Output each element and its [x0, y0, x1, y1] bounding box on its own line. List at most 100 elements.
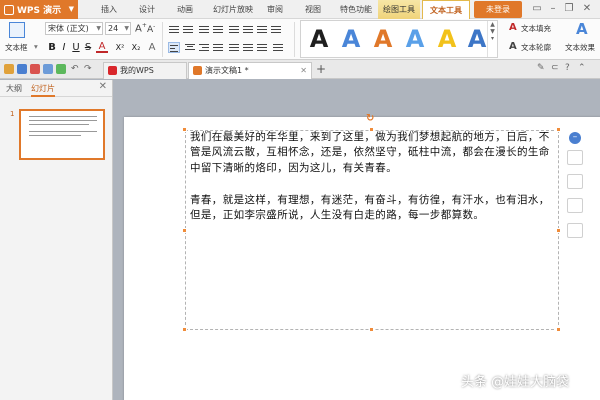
- text-fill-icon[interactable]: A: [509, 22, 517, 33]
- align-center-button[interactable]: [184, 42, 196, 53]
- shape-style-icon[interactable]: [567, 150, 583, 165]
- text-style-swatch[interactable]: A: [305, 25, 333, 53]
- document-tab-bar: ↶ ↷ 我的WPS 演示文稿1 * ✕ + ✎ ⊂ ? ⌃: [0, 60, 600, 79]
- export-pdf-icon[interactable]: [30, 64, 40, 74]
- share-icon[interactable]: ⊂: [551, 63, 559, 73]
- close-icon[interactable]: ✕: [99, 81, 107, 92]
- tab-design[interactable]: 设计: [134, 0, 160, 19]
- tab-presentation-1[interactable]: 演示文稿1 * ✕: [188, 62, 312, 79]
- close-icon[interactable]: ✕: [580, 1, 594, 17]
- shrink-font-icon[interactable]: A-: [147, 23, 155, 35]
- chevron-down-icon[interactable]: ▾: [34, 42, 38, 51]
- outline-icon[interactable]: [567, 198, 583, 213]
- tab-animation[interactable]: 动画: [172, 0, 198, 19]
- decrease-indent-icon[interactable]: [198, 24, 210, 35]
- tab-drawing-tools[interactable]: 绘图工具: [378, 0, 420, 19]
- new-tab-button[interactable]: +: [316, 62, 326, 76]
- resize-handle[interactable]: [369, 327, 374, 332]
- resize-handle[interactable]: [182, 327, 187, 332]
- textbox-icon[interactable]: [9, 22, 25, 38]
- collapse-tools-icon[interactable]: –: [569, 132, 581, 144]
- tab-review[interactable]: 审阅: [262, 0, 288, 19]
- text-style-swatch[interactable]: A: [433, 25, 461, 53]
- restore-icon[interactable]: ❐: [562, 1, 576, 17]
- tab-my-wps[interactable]: 我的WPS: [103, 62, 187, 79]
- slide-thumbnail[interactable]: [19, 109, 105, 160]
- collapse-ribbon-icon[interactable]: ⌃: [578, 63, 586, 73]
- open-folder-icon[interactable]: [4, 64, 14, 74]
- text-style-swatch[interactable]: A: [369, 25, 397, 53]
- text-style-gallery: A A A A A A ▲ ▼ ▾: [300, 20, 498, 58]
- skin-icon[interactable]: ✎: [537, 63, 545, 73]
- textbox-label[interactable]: 文本框: [5, 42, 28, 53]
- vertical-align-button[interactable]: [256, 42, 268, 53]
- line-spacing-icon[interactable]: [228, 24, 240, 35]
- help-icon[interactable]: ?: [565, 63, 570, 73]
- resize-handle[interactable]: [182, 127, 187, 132]
- font-name-select[interactable]: 宋体 (正文) ▼: [45, 22, 103, 35]
- app-menu-button[interactable]: WPS 演示 ▼: [0, 0, 78, 19]
- resize-handle[interactable]: [556, 228, 561, 233]
- redo-icon[interactable]: ↷: [84, 64, 94, 74]
- divider: [162, 22, 163, 57]
- align-right-button[interactable]: [198, 42, 210, 53]
- rotate-handle-icon[interactable]: ↻: [366, 113, 374, 124]
- grow-font-icon[interactable]: A+: [135, 22, 147, 34]
- text-direction-icon[interactable]: [242, 24, 254, 35]
- divider: [294, 22, 295, 57]
- skin-icon[interactable]: ▭: [530, 1, 544, 17]
- paragraph-settings-icon[interactable]: [270, 24, 282, 35]
- gallery-scroll[interactable]: ▲ ▼ ▾: [487, 21, 497, 57]
- tab-text-tools[interactable]: 文本工具: [422, 0, 470, 19]
- resize-handle[interactable]: [182, 228, 187, 233]
- numbering-icon[interactable]: [182, 24, 194, 35]
- tab-slides[interactable]: 幻灯片: [31, 83, 55, 97]
- print-icon[interactable]: [43, 64, 53, 74]
- text-fill-label[interactable]: 文本填充: [521, 23, 551, 34]
- tab-outline[interactable]: 大纲: [6, 83, 22, 94]
- tab-slideshow[interactable]: 幻灯片放映: [208, 0, 258, 19]
- resize-handle[interactable]: [556, 127, 561, 132]
- print-preview-icon[interactable]: [56, 64, 66, 74]
- sort-icon[interactable]: [256, 24, 268, 35]
- text-effect-label[interactable]: 文本效果: [565, 42, 600, 53]
- tab-view[interactable]: 视图: [300, 0, 326, 19]
- text-format-icon[interactable]: [567, 223, 583, 238]
- tab-features[interactable]: 特色功能: [336, 0, 376, 19]
- font-size-select[interactable]: 24 ▼: [105, 22, 131, 35]
- text-outline-icon[interactable]: A: [509, 41, 517, 52]
- fill-color-icon[interactable]: [567, 174, 583, 189]
- close-icon[interactable]: ✕: [300, 63, 307, 78]
- bullets-icon[interactable]: [168, 24, 180, 35]
- distribute-button[interactable]: [228, 42, 240, 53]
- justify-button[interactable]: [212, 42, 224, 53]
- bold-button[interactable]: B: [46, 41, 58, 54]
- minimize-icon[interactable]: –: [546, 1, 560, 17]
- chevron-down-icon: ▼: [96, 25, 101, 32]
- superscript-button[interactable]: X²: [113, 41, 127, 54]
- strikethrough-button[interactable]: S: [82, 41, 94, 54]
- clear-format-button[interactable]: A: [146, 41, 158, 54]
- subscript-button[interactable]: X₂: [129, 41, 143, 54]
- text-effect-icon[interactable]: A: [576, 20, 588, 38]
- resize-handle[interactable]: [556, 327, 561, 332]
- slide-paragraph-1[interactable]: 我们在最美好的年华里，来到了这里，做为我们梦想起航的地方，日后，不管是风流云散，…: [190, 130, 554, 176]
- columns-button[interactable]: [242, 42, 254, 53]
- italic-button[interactable]: I: [58, 41, 70, 54]
- text-style-swatch[interactable]: A: [401, 25, 429, 53]
- watermark: 头条 @娃娃大脑袋: [461, 375, 570, 390]
- text-outline-label[interactable]: 文本轮廓: [521, 42, 551, 53]
- tab-insert[interactable]: 插入: [96, 0, 122, 19]
- undo-icon[interactable]: ↶: [71, 64, 81, 74]
- slide-paragraph-2[interactable]: 青春，就是这样，有理想，有迷茫，有奋斗，有彷徨，有汗水，也有泪水，但是，正如李宗…: [190, 193, 554, 224]
- save-icon[interactable]: [17, 64, 27, 74]
- chevron-down-icon: ▼: [124, 25, 129, 32]
- login-button[interactable]: 未登录: [474, 1, 522, 18]
- increase-indent-icon[interactable]: [212, 24, 224, 35]
- align-left-button[interactable]: [168, 42, 180, 53]
- wps-logo-icon: [108, 66, 117, 75]
- text-box-options-button[interactable]: [272, 42, 284, 53]
- underline-button[interactable]: U: [70, 41, 82, 54]
- font-color-button[interactable]: A: [96, 41, 108, 53]
- text-style-swatch[interactable]: A: [337, 25, 365, 53]
